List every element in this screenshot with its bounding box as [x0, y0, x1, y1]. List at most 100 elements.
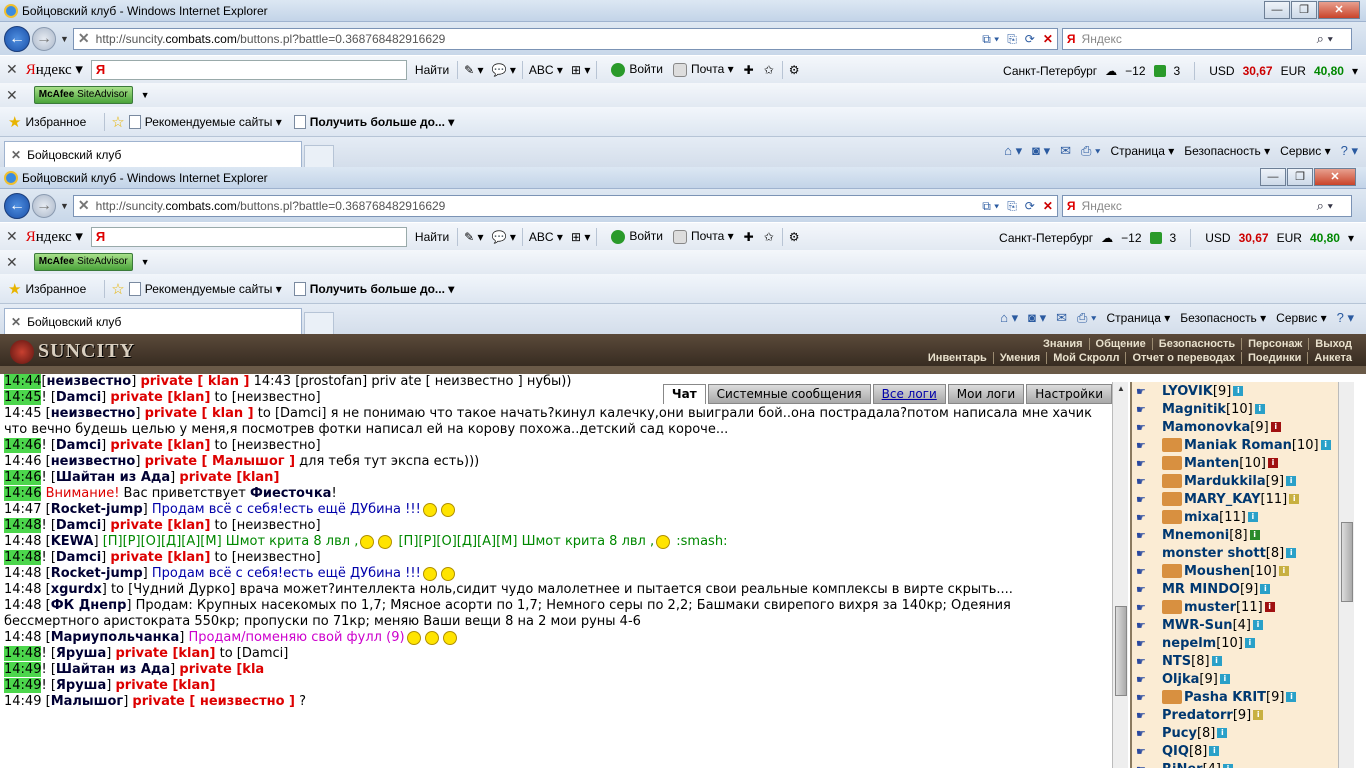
user-list-item[interactable]: ☛ Pasha KRIT [9] i	[1132, 688, 1338, 706]
clan-emblem-icon[interactable]	[1162, 690, 1182, 704]
recommended-sites-button[interactable]: ☆ Рекомендуемые сайты ▾	[111, 113, 282, 131]
user-list-item[interactable]: ☛ Pucy [8] i	[1132, 724, 1338, 742]
user-name[interactable]: QIQ	[1162, 744, 1189, 759]
scroll-up-icon[interactable]: ▲	[1115, 384, 1127, 396]
message-timestamp[interactable]: 14:46	[4, 438, 42, 453]
user-list-item[interactable]: ☛ NTS [8] i	[1132, 652, 1338, 670]
tab-fight-club[interactable]: ✕ Бойцовский клуб	[4, 308, 302, 334]
highlight-icon[interactable]: ✎ ▾	[464, 63, 483, 77]
bookmark-add-icon[interactable]: ✚	[742, 63, 756, 77]
city-label[interactable]: Санкт-Петербург	[999, 231, 1093, 245]
page-menu[interactable]: Страница ▾	[1107, 311, 1171, 325]
private-tag[interactable]: private [kla	[179, 662, 264, 677]
chat-nick[interactable]: Rocket-jump	[51, 566, 143, 581]
chat-nick[interactable]: Damci	[56, 438, 101, 453]
help-icon[interactable]: ? ▾	[1341, 143, 1358, 159]
mcafee-close-icon[interactable]: ✕	[6, 87, 18, 104]
private-message-icon[interactable]: ☛	[1136, 583, 1162, 596]
mail-button[interactable]: Почта ▾	[671, 62, 736, 77]
safety-menu[interactable]: Безопасность ▾	[1180, 311, 1266, 325]
mcafee-dropdown-icon[interactable]: ▼	[141, 90, 150, 100]
back-button[interactable]: ←	[4, 25, 30, 52]
message-timestamp[interactable]: 14:49	[4, 694, 41, 709]
new-tab-button[interactable]	[304, 145, 334, 167]
home-icon[interactable]: ⌂ ▾	[1000, 310, 1018, 326]
tools-menu[interactable]: Сервис ▾	[1276, 311, 1326, 325]
private-message-icon[interactable]: ☛	[1136, 385, 1162, 398]
users-scrollbar[interactable]	[1338, 382, 1354, 768]
search-icon[interactable]: ⌕ ▾	[1317, 31, 1333, 47]
private-message-icon[interactable]: ☛	[1136, 763, 1162, 768]
spellcheck-icon[interactable]: ABC ▾	[529, 63, 563, 77]
user-info-icon[interactable]: i	[1223, 764, 1233, 768]
private-tag[interactable]: private [klan]	[110, 390, 210, 405]
user-list-item[interactable]: ☛ monster shott [8] i	[1132, 544, 1338, 562]
private-tag[interactable]: private [ Малышог ]	[145, 454, 295, 469]
chat-tab[interactable]: Системные сообщения	[707, 384, 871, 404]
private-tag[interactable]: private [klan]	[110, 518, 210, 533]
private-tag[interactable]: private [klan]	[115, 646, 215, 661]
clan-emblem-icon[interactable]	[1162, 456, 1182, 470]
page-menu[interactable]: Страница ▾	[1111, 144, 1175, 158]
user-list-item[interactable]: ☛ Mardukkila [9] i	[1132, 472, 1338, 490]
yandex-search-input[interactable]: Я	[90, 59, 407, 80]
tab-fight-club[interactable]: ✕ Бойцовский клуб	[4, 141, 302, 167]
clan-emblem-icon[interactable]	[1162, 600, 1182, 614]
chat-nick[interactable]: Rocket-jump	[51, 502, 143, 517]
user-list-item[interactable]: ☛ MWR-Sun [4] i	[1132, 616, 1338, 634]
user-name[interactable]: Pucy	[1162, 726, 1197, 741]
find-button[interactable]: Найти	[413, 63, 451, 77]
search-icon[interactable]: ⌕ ▾	[1317, 198, 1333, 214]
chat-bubble-icon[interactable]: 💬 ▾	[492, 63, 516, 77]
chat-tab[interactable]: Мои логи	[947, 384, 1025, 404]
user-name[interactable]: Manten	[1184, 456, 1239, 471]
user-name[interactable]: Oljka	[1162, 672, 1199, 687]
private-tag[interactable]: private [ klan ]	[145, 406, 254, 421]
mail-button[interactable]: Почта ▾	[671, 229, 736, 244]
message-timestamp[interactable]: 14:48	[4, 598, 41, 613]
user-name[interactable]: MWR-Sun	[1162, 618, 1233, 633]
address-input[interactable]: ✕ http://suncity. combats.com/buttons.pl?…	[72, 194, 1058, 217]
private-tag[interactable]: private [klan]	[110, 438, 210, 453]
currency-dropdown-icon[interactable]: ▾	[1352, 64, 1358, 78]
private-tag[interactable]: private [klan]	[115, 678, 215, 693]
main-menu-item[interactable]: Знания	[1037, 338, 1088, 350]
sub-menu-item[interactable]: Мой Скролл	[1046, 352, 1125, 364]
feeds-icon[interactable]: ◙ ▾	[1032, 143, 1050, 159]
recommended-sites-button[interactable]: ☆ Рекомендуемые сайты ▾	[111, 280, 282, 298]
main-menu-item[interactable]: Выход	[1308, 338, 1358, 350]
user-info-icon[interactable]: i	[1286, 476, 1297, 486]
message-timestamp[interactable]: 14:49	[4, 662, 42, 677]
mail-icon[interactable]: ✉	[1060, 143, 1071, 159]
translate-icon[interactable]: ⊞ ▾	[571, 230, 590, 244]
toolbar-close-icon[interactable]: ✕	[6, 61, 18, 78]
help-icon[interactable]: ? ▾	[1337, 310, 1354, 326]
chat-scroll-thumb[interactable]	[1115, 606, 1127, 696]
favorites-button[interactable]: ★ Избранное	[8, 280, 86, 298]
message-timestamp[interactable]: 14:46	[4, 454, 41, 469]
users-scroll-thumb[interactable]	[1341, 522, 1353, 602]
chat-nick[interactable]: неизвестно	[51, 406, 136, 421]
sub-menu-item[interactable]: Инвентарь	[922, 352, 993, 364]
user-info-icon[interactable]: i	[1249, 530, 1260, 540]
user-info-icon[interactable]: i	[1233, 386, 1244, 396]
print-icon[interactable]: ⎙ ▾	[1077, 310, 1096, 326]
user-info-icon[interactable]: i	[1260, 584, 1271, 594]
user-list-item[interactable]: ☛ Magnitik [10] i	[1132, 400, 1338, 418]
bookmark-add-icon[interactable]: ✚	[742, 230, 756, 244]
user-info-icon[interactable]: i	[1209, 746, 1220, 756]
forward-button[interactable]: →	[32, 193, 56, 218]
main-menu-item[interactable]: Персонаж	[1241, 338, 1308, 350]
user-list-item[interactable]: ☛ Manten [10] i	[1132, 454, 1338, 472]
user-info-icon[interactable]: i	[1244, 638, 1255, 648]
close-button[interactable]: ✕	[1314, 168, 1356, 186]
private-message-icon[interactable]: ☛	[1136, 529, 1162, 542]
gear-icon[interactable]: ⚙	[789, 230, 800, 244]
stop-icon[interactable]: ✕	[1043, 199, 1053, 214]
yandex-search-input[interactable]: Я	[90, 226, 407, 247]
home-icon[interactable]: ⌂ ▾	[1004, 143, 1022, 159]
private-message-icon[interactable]: ☛	[1136, 457, 1162, 470]
message-timestamp[interactable]: 14:48	[4, 534, 41, 549]
user-list-item[interactable]: ☛ muster [11] i	[1132, 598, 1338, 616]
get-more-addons-button[interactable]: Получить больше до... ▾	[293, 281, 454, 296]
